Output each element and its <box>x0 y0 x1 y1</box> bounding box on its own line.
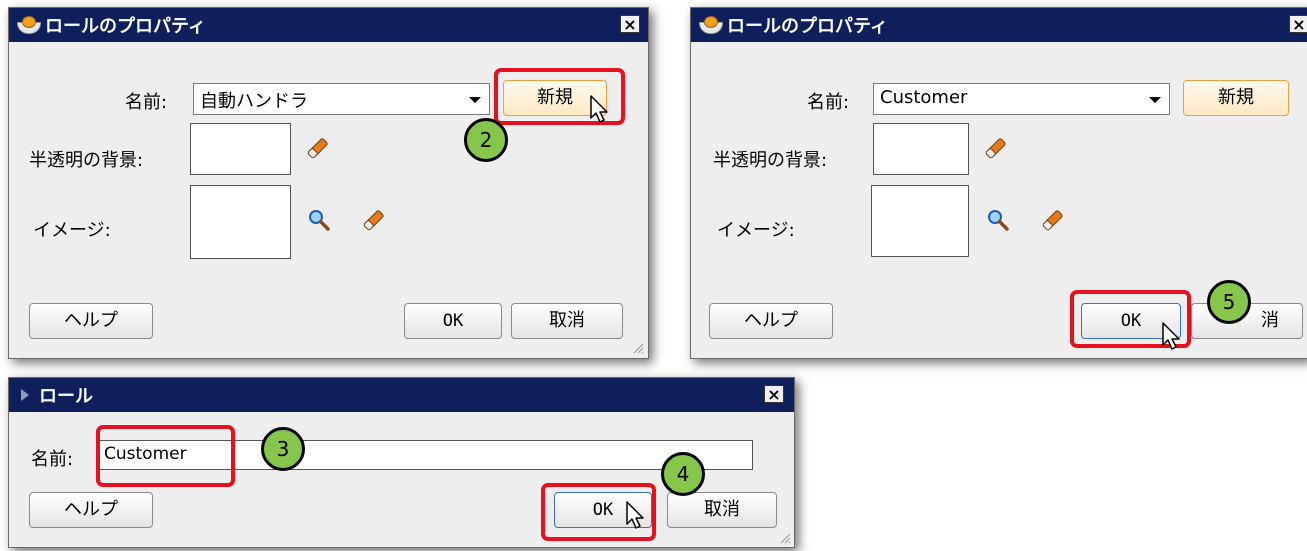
name-label: 名前: <box>125 92 168 113</box>
image-label: イメージ: <box>717 220 795 241</box>
help-button[interactable]: ヘルプ <box>709 303 833 339</box>
image-swatch[interactable] <box>190 185 291 259</box>
cursor-icon <box>590 95 608 123</box>
step-badge-2: 2 <box>464 118 508 162</box>
translucent-background-swatch[interactable] <box>873 123 969 175</box>
teapot-icon <box>699 14 723 36</box>
resize-grip-icon[interactable] <box>632 342 644 354</box>
help-button[interactable]: ヘルプ <box>29 492 153 528</box>
titlebar: ロールのプロパティ × <box>691 8 1307 42</box>
teapot-icon <box>17 14 41 36</box>
image-label: イメージ: <box>33 220 111 241</box>
name-label: 名前: <box>31 449 74 470</box>
cursor-icon <box>626 501 644 529</box>
highlight-name-field <box>96 425 235 487</box>
dropdown-arrow-icon[interactable] <box>1149 97 1161 103</box>
expand-arrow-icon <box>21 389 29 401</box>
cursor-icon <box>1162 322 1180 350</box>
role-properties-dialog-left: ロールのプロパティ × 名前: 自動ハンドラ 新規 半透明の背景: イメージ: … <box>8 7 649 359</box>
dropdown-arrow-icon[interactable] <box>469 97 481 103</box>
image-swatch[interactable] <box>871 185 969 257</box>
eraser-icon[interactable] <box>984 136 1008 160</box>
translucent-background-label: 半透明の背景: <box>29 150 144 171</box>
close-icon[interactable]: × <box>620 15 640 33</box>
eraser-icon[interactable] <box>362 208 386 232</box>
name-combobox[interactable]: Customer <box>873 83 1170 115</box>
cancel-button[interactable]: 取消 <box>511 303 623 339</box>
step-badge-3: 3 <box>261 427 305 471</box>
dialog-title: ロールのプロパティ <box>45 16 206 37</box>
resize-grip-icon[interactable] <box>779 532 791 544</box>
name-label: 名前: <box>807 92 850 113</box>
eraser-icon[interactable] <box>306 136 330 160</box>
translucent-background-swatch[interactable] <box>190 123 291 175</box>
new-button[interactable]: 新規 <box>1183 80 1289 116</box>
step-badge-5: 5 <box>1207 280 1251 324</box>
help-button[interactable]: ヘルプ <box>29 303 153 339</box>
translucent-background-label: 半透明の背景: <box>713 150 828 171</box>
cancel-button[interactable]: 取消 <box>667 492 777 528</box>
titlebar: ロールのプロパティ × <box>9 8 648 42</box>
titlebar: ロール × <box>9 378 794 412</box>
step-badge-4: 4 <box>661 452 705 496</box>
name-value: Customer <box>880 87 968 108</box>
name-combobox[interactable]: 自動ハンドラ <box>193 83 490 115</box>
cancel-button-label: 消 <box>1261 310 1279 331</box>
magnifier-icon[interactable] <box>986 208 1010 232</box>
close-icon[interactable]: × <box>1289 15 1307 33</box>
eraser-icon[interactable] <box>1041 208 1065 232</box>
name-value: 自動ハンドラ <box>200 91 308 112</box>
dialog-title: ロール <box>39 386 93 407</box>
ok-button[interactable]: OK <box>404 303 502 339</box>
dialog-title: ロールのプロパティ <box>727 16 888 37</box>
magnifier-icon[interactable] <box>307 208 331 232</box>
close-icon[interactable]: × <box>764 385 784 403</box>
